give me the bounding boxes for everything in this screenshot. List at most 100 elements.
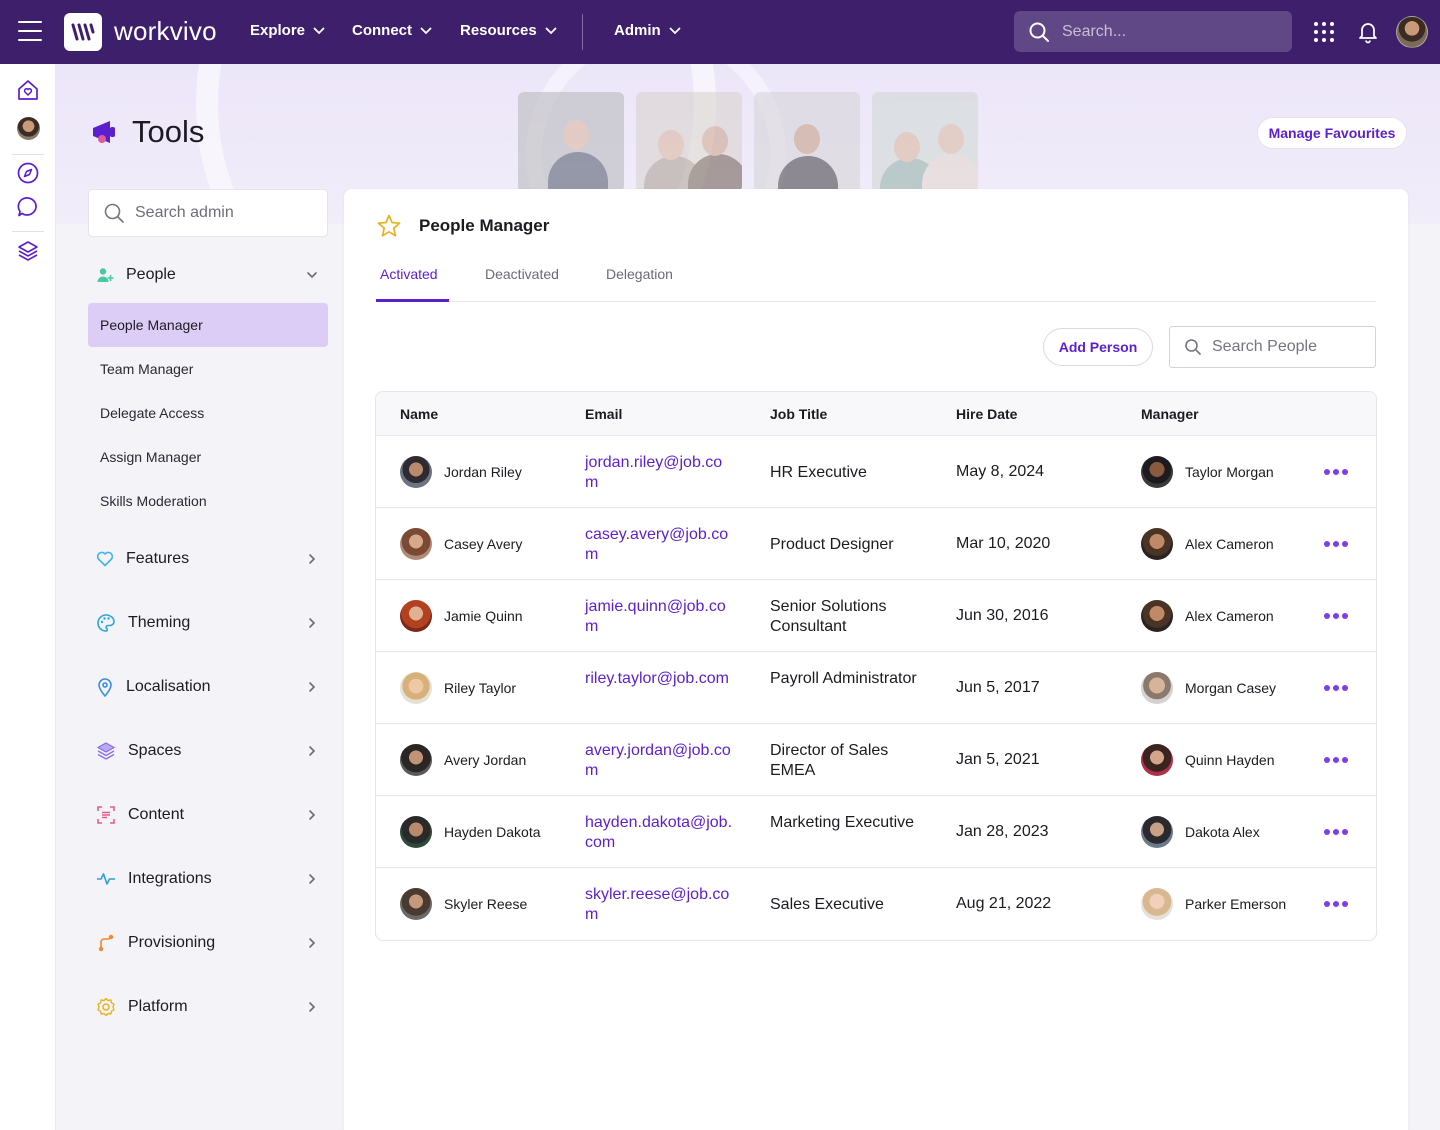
sidebar-group-localisation[interactable]: Localisation (88, 667, 328, 707)
person-email[interactable]: casey.avery@job.com (585, 525, 735, 565)
nav-resources[interactable]: Resources (460, 22, 557, 39)
manager-name[interactable]: Quinn Hayden (1185, 752, 1275, 768)
admin-search-input[interactable]: Search admin (88, 189, 328, 237)
table-row[interactable]: Jamie Quinn jamie.quinn@job.com Senior S… (376, 580, 1376, 652)
sidebar-group-platform[interactable]: Platform (88, 987, 328, 1027)
person-name[interactable]: Riley Taylor (444, 680, 516, 696)
person-name[interactable]: Hayden Dakota (444, 824, 541, 840)
person-email[interactable]: avery.jordan@job.com (585, 741, 735, 781)
profile-avatar[interactable] (17, 117, 40, 140)
hamburger-menu-icon[interactable] (18, 21, 42, 41)
sidebar-group-people[interactable]: People (88, 255, 328, 295)
chevron-right-icon (309, 938, 316, 948)
layers-icon[interactable] (16, 239, 40, 263)
table-row[interactable]: Casey Avery casey.avery@job.com Product … (376, 508, 1376, 580)
person-name[interactable]: Skyler Reese (444, 896, 527, 912)
sidebar-group-content[interactable]: Content (88, 795, 328, 835)
column-header-job-title[interactable]: Job Title (770, 406, 827, 422)
sidebar-group-provisioning[interactable]: Provisioning (88, 923, 328, 963)
chat-bubble-icon[interactable] (16, 195, 40, 219)
route-icon (98, 934, 114, 952)
notifications-bell-icon[interactable] (1356, 20, 1380, 49)
sidebar-group-label: Theming (128, 614, 191, 631)
person-name[interactable]: Jamie Quinn (444, 608, 523, 624)
more-options-icon[interactable] (1324, 469, 1348, 475)
chevron-right-icon (309, 682, 316, 692)
more-options-icon[interactable] (1324, 757, 1348, 763)
banner-photo (518, 92, 624, 192)
nav-connect[interactable]: Connect (352, 22, 432, 39)
person-name[interactable]: Jordan Riley (444, 464, 522, 480)
table-row[interactable]: Jordan Riley jordan.riley@job.com HR Exe… (376, 436, 1376, 508)
more-options-icon[interactable] (1324, 829, 1348, 835)
person-hire-date: Mar 10, 2020 (956, 535, 1051, 552)
column-header-manager[interactable]: Manager (1141, 406, 1199, 422)
more-options-icon[interactable] (1324, 901, 1348, 907)
nav-admin[interactable]: Admin (614, 22, 681, 39)
table-row[interactable]: Skyler Reese skyler.reese@job.com Sales … (376, 868, 1376, 940)
column-header-email[interactable]: Email (585, 406, 622, 422)
sidebar-item-team-manager[interactable]: Team Manager (88, 347, 328, 391)
sidebar-group-label: People (126, 266, 176, 283)
add-person-button[interactable]: Add Person (1043, 328, 1153, 366)
sidebar-item-delegate-access[interactable]: Delegate Access (88, 391, 328, 435)
sidebar-item-people-manager[interactable]: People Manager (88, 303, 328, 347)
search-icon (1029, 22, 1049, 42)
person-email[interactable]: skyler.reese@job.com (585, 885, 735, 925)
more-options-icon[interactable] (1324, 613, 1348, 619)
more-options-icon[interactable] (1324, 541, 1348, 547)
person-hire-date: Jun 5, 2017 (956, 679, 1040, 696)
tab-activated[interactable]: Activated (380, 266, 438, 282)
workvivo-logo-icon[interactable] (64, 13, 102, 51)
sidebar-group-features[interactable]: Features (88, 539, 328, 579)
nav-explore[interactable]: Explore (250, 22, 325, 39)
user-avatar[interactable] (1396, 16, 1428, 48)
admin-search-placeholder: Search admin (135, 204, 234, 221)
person-name[interactable]: Avery Jordan (444, 752, 526, 768)
person-email[interactable]: jamie.quinn@job.com (585, 597, 735, 637)
people-search-placeholder: Search People (1212, 338, 1317, 355)
tab-delegation[interactable]: Delegation (606, 266, 673, 282)
manager-avatar (1141, 816, 1173, 848)
sidebar-group-spaces[interactable]: Spaces (88, 731, 328, 771)
manager-name[interactable]: Parker Emerson (1185, 896, 1286, 912)
column-header-name[interactable]: Name (400, 406, 438, 422)
person-email[interactable]: hayden.dakota@job.com (585, 813, 735, 853)
sidebar-group-label: Integrations (128, 870, 212, 887)
person-avatar (400, 528, 432, 560)
manager-name[interactable]: Dakota Alex (1185, 824, 1260, 840)
search-icon (1185, 339, 1201, 355)
sidebar-group-integrations[interactable]: Integrations (88, 859, 328, 899)
chevron-right-icon (309, 618, 316, 628)
banner-photo (754, 92, 860, 192)
person-email[interactable]: riley.taylor@job.com (585, 669, 735, 689)
chevron-down-icon (420, 27, 432, 34)
manager-name[interactable]: Morgan Casey (1185, 680, 1276, 696)
table-row[interactable]: Hayden Dakota hayden.dakota@job.com Mark… (376, 796, 1376, 868)
global-search-input[interactable]: Search... (1014, 11, 1292, 52)
favourite-star-icon[interactable] (376, 213, 402, 239)
tab-deactivated[interactable]: Deactivated (485, 266, 559, 282)
table-row[interactable]: Riley Taylor riley.taylor@job.com Payrol… (376, 652, 1376, 724)
person-email[interactable]: jordan.riley@job.com (585, 453, 735, 493)
sidebar-item-assign-manager[interactable]: Assign Manager (88, 435, 328, 479)
table-row[interactable]: Avery Jordan avery.jordan@job.com Direct… (376, 724, 1376, 796)
manager-name[interactable]: Taylor Morgan (1185, 464, 1274, 480)
rail-divider (12, 231, 44, 232)
sidebar-group-label: Content (128, 806, 185, 823)
chevron-right-icon (309, 810, 316, 820)
more-options-icon[interactable] (1324, 685, 1348, 691)
sidebar-item-skills-moderation[interactable]: Skills Moderation (88, 479, 328, 523)
column-header-hire-date[interactable]: Hire Date (956, 406, 1017, 422)
home-heart-icon[interactable] (16, 78, 40, 102)
person-name[interactable]: Casey Avery (444, 536, 522, 552)
global-search-placeholder: Search... (1062, 22, 1127, 40)
brand-name[interactable]: workvivo (114, 16, 217, 47)
apps-grid-icon[interactable] (1314, 22, 1334, 42)
manager-name[interactable]: Alex Cameron (1185, 608, 1274, 624)
people-search-input[interactable]: Search People (1169, 326, 1376, 368)
sidebar-group-theming[interactable]: Theming (88, 603, 328, 643)
manage-favourites-button[interactable]: Manage Favourites (1257, 117, 1407, 149)
compass-icon[interactable] (16, 161, 40, 185)
manager-name[interactable]: Alex Cameron (1185, 536, 1274, 552)
